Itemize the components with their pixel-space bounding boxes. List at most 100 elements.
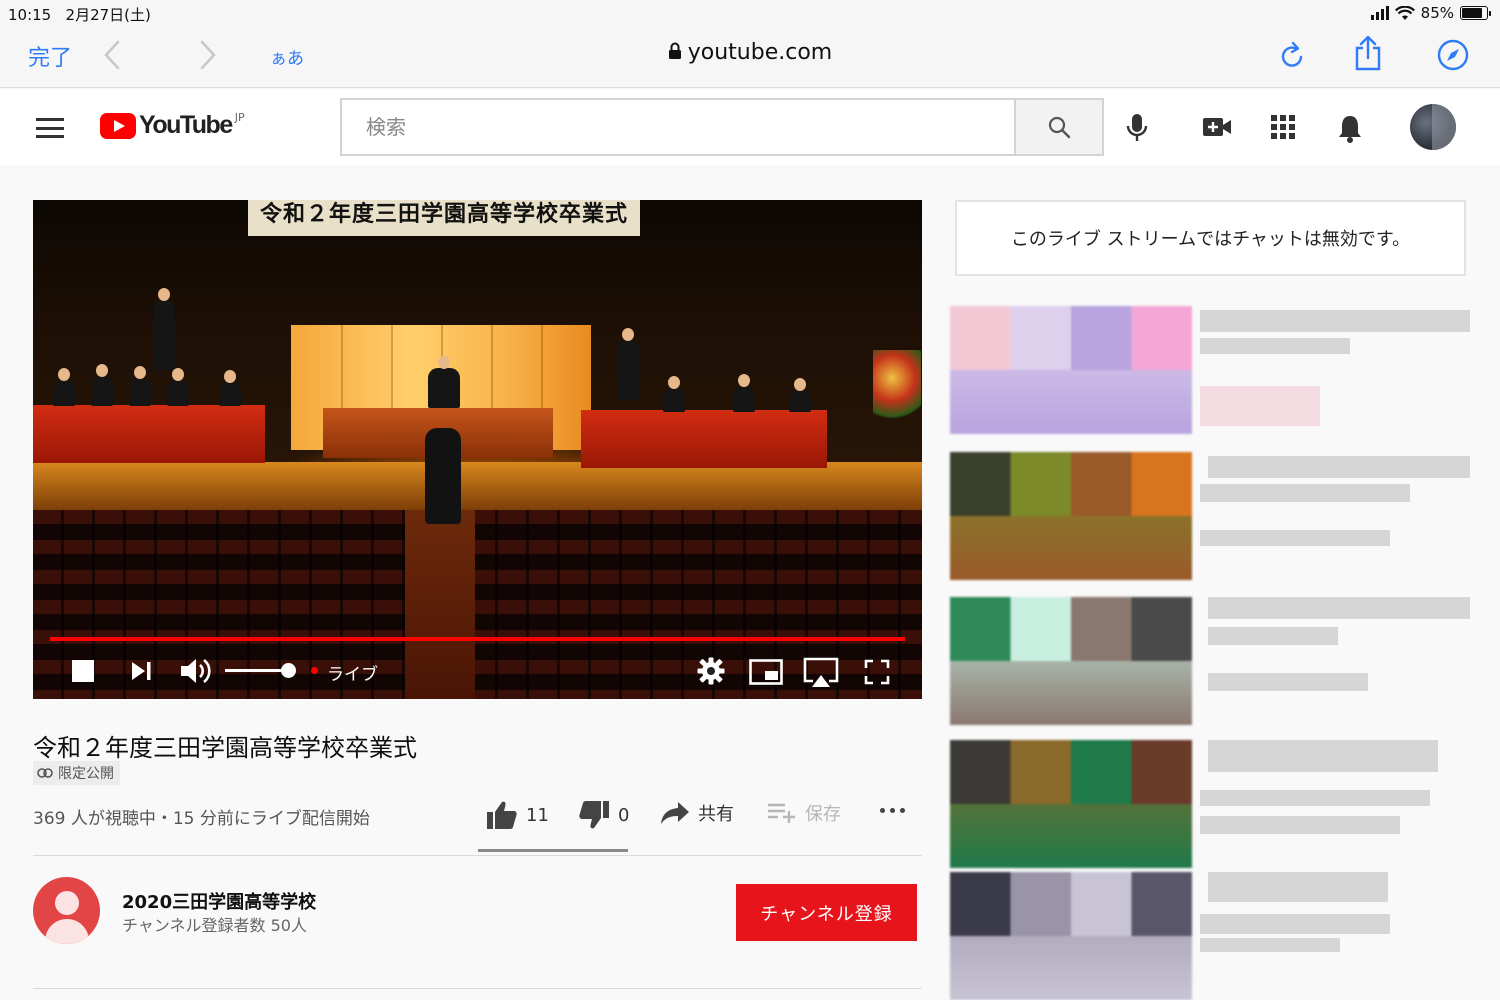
dislike-button[interactable]: 0 bbox=[578, 800, 629, 830]
airplay-icon[interactable] bbox=[803, 657, 839, 689]
youtube-logo[interactable]: YouTube JP bbox=[100, 111, 245, 140]
seated-figure bbox=[53, 368, 75, 406]
menu-icon[interactable] bbox=[36, 118, 64, 138]
youtube-header: YouTube JP bbox=[0, 89, 1500, 165]
auditorium-seats bbox=[33, 510, 922, 699]
channel-name[interactable]: 2020三田学園高等学校 bbox=[122, 888, 316, 914]
view-stats: 369 人が視聴中・15 分前にライブ配信開始 bbox=[33, 809, 370, 829]
like-count: 11 bbox=[526, 804, 549, 826]
standing-figure bbox=[617, 328, 639, 400]
status-time: 10:15 2月27日(土) bbox=[8, 4, 151, 25]
recommended-video[interactable] bbox=[950, 872, 1470, 1000]
recommended-video[interactable] bbox=[950, 597, 1470, 725]
stage-floor bbox=[33, 462, 922, 510]
video-title: 令和２年度三田学園高等学校卒業式 bbox=[33, 734, 417, 762]
video-thumbnail bbox=[950, 597, 1192, 725]
fullscreen-icon[interactable] bbox=[864, 659, 890, 685]
video-thumbnail bbox=[950, 306, 1192, 434]
settings-gear-icon[interactable] bbox=[697, 657, 725, 685]
miniplayer-icon[interactable] bbox=[749, 659, 783, 685]
share-label: 共有 bbox=[698, 804, 734, 825]
compass-icon[interactable] bbox=[1436, 38, 1470, 72]
date: 2月27日(土) bbox=[65, 6, 151, 24]
save-button[interactable]: 保存 bbox=[767, 800, 841, 826]
seated-figure bbox=[167, 368, 189, 406]
notifications-bell-icon[interactable] bbox=[1337, 113, 1363, 143]
privacy-label: 限定公開 bbox=[58, 766, 114, 782]
reload-icon[interactable] bbox=[1278, 40, 1306, 70]
cellular-signal-icon bbox=[1370, 6, 1389, 20]
save-label: 保存 bbox=[805, 804, 841, 825]
forward-chevron-icon[interactable] bbox=[196, 38, 220, 72]
section-divider bbox=[33, 988, 922, 989]
youtube-wordmark: YouTube bbox=[139, 111, 233, 139]
like-button[interactable]: 11 bbox=[486, 800, 549, 830]
address-bar: youtube.com bbox=[0, 40, 1500, 65]
chat-disabled-message: このライブ ストリームではチャットは無効です。 bbox=[1010, 229, 1411, 250]
search-box bbox=[340, 98, 1016, 156]
seated-figure bbox=[91, 364, 113, 406]
seated-figure bbox=[663, 376, 685, 412]
next-icon[interactable] bbox=[130, 659, 154, 683]
lock-icon bbox=[668, 42, 681, 59]
status-indicators: 85% bbox=[1370, 4, 1491, 22]
seated-figure bbox=[129, 366, 151, 406]
search-input[interactable] bbox=[342, 100, 1016, 154]
back-chevron-icon[interactable] bbox=[100, 38, 124, 72]
recommended-video[interactable] bbox=[950, 452, 1470, 580]
seated-figure bbox=[789, 378, 811, 412]
recommended-video[interactable] bbox=[950, 306, 1470, 434]
live-indicator-dot bbox=[311, 667, 318, 674]
seated-figure bbox=[733, 374, 755, 412]
thumbs-up-icon bbox=[487, 801, 517, 829]
share-icon[interactable] bbox=[1352, 34, 1384, 72]
speaker-figure bbox=[428, 356, 460, 408]
stage-table-left bbox=[33, 405, 265, 463]
wifi-icon bbox=[1394, 5, 1415, 20]
privacy-badge: 限定公開 bbox=[33, 761, 120, 785]
share-button[interactable]: 共有 bbox=[660, 800, 734, 826]
subscribe-button[interactable]: チャンネル登録 bbox=[736, 884, 917, 941]
volume-icon[interactable] bbox=[179, 655, 213, 687]
video-player[interactable]: 令和２年度三田学園高等学校卒業式 ライブ bbox=[33, 200, 922, 699]
progress-bar[interactable] bbox=[50, 637, 905, 641]
thumbs-down-icon bbox=[579, 801, 609, 829]
more-actions-icon[interactable] bbox=[880, 808, 905, 813]
region-code: JP bbox=[234, 111, 245, 124]
dislike-count: 0 bbox=[618, 804, 630, 826]
microphone-icon[interactable] bbox=[1125, 112, 1149, 144]
channel-avatar[interactable] bbox=[33, 877, 100, 944]
create-video-icon[interactable] bbox=[1202, 115, 1232, 139]
video-thumbnail bbox=[950, 452, 1192, 580]
chat-disabled-box: このライブ ストリームではチャットは無効です。 bbox=[955, 200, 1466, 276]
subscriber-count: チャンネル登録者数 50人 bbox=[122, 916, 307, 935]
safari-toolbar: 完了 ぁあ youtube.com bbox=[0, 28, 1500, 88]
apps-grid-icon[interactable] bbox=[1271, 115, 1295, 139]
search-icon bbox=[1048, 116, 1071, 139]
status-bar: 10:15 2月27日(土) 85% bbox=[0, 0, 1500, 28]
done-button[interactable]: 完了 bbox=[28, 40, 72, 72]
search-button[interactable] bbox=[1014, 98, 1104, 156]
flower-arrangement bbox=[873, 350, 921, 420]
walking-figure bbox=[425, 428, 461, 524]
account-avatar[interactable] bbox=[1410, 104, 1456, 150]
battery-icon bbox=[1460, 6, 1491, 20]
address-field[interactable]: youtube.com bbox=[668, 40, 832, 65]
playlist-add-icon bbox=[768, 803, 795, 823]
clock: 10:15 bbox=[8, 6, 52, 24]
like-ratio-bar bbox=[478, 849, 628, 852]
youtube-play-icon bbox=[100, 113, 136, 139]
recommended-video[interactable] bbox=[950, 740, 1470, 868]
volume-slider-handle[interactable] bbox=[281, 663, 296, 678]
seated-figure bbox=[219, 370, 241, 406]
stage-table-right bbox=[581, 410, 827, 468]
stage-banner: 令和２年度三田学園高等学校卒業式 bbox=[248, 200, 640, 236]
stop-icon[interactable] bbox=[71, 659, 95, 683]
link-icon bbox=[37, 768, 53, 778]
live-label: ライブ bbox=[327, 665, 378, 685]
standing-figure bbox=[153, 288, 175, 370]
section-divider bbox=[33, 855, 922, 856]
url-text: youtube.com bbox=[687, 40, 833, 65]
text-size-button[interactable]: ぁあ bbox=[270, 44, 304, 69]
auditorium-aisle bbox=[405, 510, 475, 699]
